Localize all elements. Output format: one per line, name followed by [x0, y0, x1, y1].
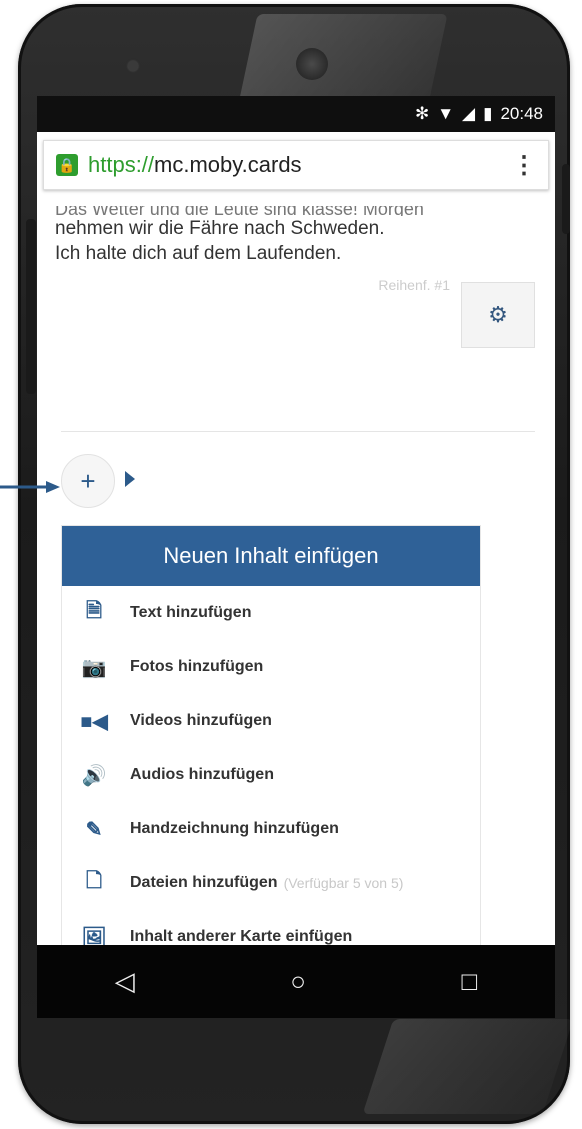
card-text-line: Das Wetter und die Leute sind klasse! Mo…: [55, 206, 424, 216]
back-icon[interactable]: ◁: [115, 966, 135, 997]
gears-icon: ⚙: [488, 302, 508, 327]
frame-glare: [362, 1019, 574, 1114]
settings-button[interactable]: ⚙: [461, 282, 535, 348]
battery-icon: ▮: [483, 104, 493, 123]
menu-item-label: Videos hinzufügen: [130, 712, 272, 729]
menu-item-audios[interactable]: 🔊 Audios hinzufügen: [62, 748, 480, 802]
card-text: Das Wetter und die Leute sind klasse! Mo…: [55, 206, 533, 266]
camera-lens: [128, 61, 138, 71]
menu-item-files[interactable]: 🗋 Dateien hinzufügen (Verfügbar 5 von 5): [62, 856, 480, 910]
plus-icon: +: [80, 465, 96, 496]
text-file-icon: 🗎: [85, 600, 103, 622]
availability-note: (Verfügbar 5 von 5): [283, 875, 404, 891]
menu-item-label: Handzeichnung hinzufügen: [130, 820, 339, 837]
divider: [61, 431, 535, 432]
speaker-icon: 🔊: [81, 764, 107, 787]
home-icon[interactable]: ○: [290, 966, 306, 997]
android-nav-bar: ◁ ○ □: [37, 945, 555, 1018]
speaker-grille: [296, 48, 328, 80]
power-button: [562, 164, 570, 234]
signal-icon: ◢: [462, 104, 476, 123]
wifi-icon: ▼: [437, 104, 455, 123]
recents-icon[interactable]: □: [462, 966, 478, 997]
camera-icon: 📷: [81, 656, 107, 679]
menu-item-label: Text hinzufügen: [130, 604, 252, 621]
video-camera-icon: ■◀: [80, 710, 108, 733]
panel-title: Neuen Inhalt einfügen: [62, 526, 480, 586]
play-arrow-icon: [125, 471, 135, 487]
status-bar: ✻ ▼ ◢ ▮ 20:48: [37, 96, 555, 132]
address-bar[interactable]: 🔒 https:// mc.moby.cards ⋮: [43, 140, 549, 190]
card-text-line: nehmen wir die Fähre nach Schweden.: [55, 218, 385, 239]
menu-item-videos[interactable]: ■◀ Videos hinzufügen: [62, 694, 480, 748]
menu-item-photos[interactable]: 📷 Fotos hinzufügen: [62, 640, 480, 694]
menu-item-label: Inhalt anderer Karte einfügen: [130, 928, 353, 945]
url-host: mc.moby.cards: [154, 152, 302, 177]
menu-item-label: Audios hinzufügen: [130, 766, 274, 783]
menu-item-label: Fotos hinzufügen: [130, 658, 264, 675]
order-label: Reihenf. #1: [378, 277, 450, 293]
status-time: 20:48: [500, 104, 543, 123]
menu-item-label: Dateien hinzufügen: [130, 874, 278, 891]
add-content-button[interactable]: +: [61, 454, 115, 508]
pencil-icon: ✎: [85, 818, 103, 841]
card-text-line: Ich halte dich auf dem Laufenden.: [55, 243, 342, 264]
frame-glare: [238, 14, 448, 104]
menu-item-text[interactable]: 🗎 Text hinzufügen: [62, 586, 480, 640]
menu-item-drawing[interactable]: ✎ Handzeichnung hinzufügen: [62, 802, 480, 856]
more-menu-icon[interactable]: ⋮: [512, 151, 536, 180]
pointer-arrow-icon: [0, 481, 60, 493]
phone-screen: ✻ ▼ ◢ ▮ 20:48 🔒 https:// mc.moby.cards ⋮…: [37, 96, 555, 1018]
file-icon: 🗋: [85, 870, 103, 892]
bluetooth-icon: ✻: [414, 104, 430, 123]
url-scheme: https://: [88, 152, 155, 177]
lock-icon: 🔒: [56, 154, 78, 176]
volume-button: [26, 219, 36, 394]
